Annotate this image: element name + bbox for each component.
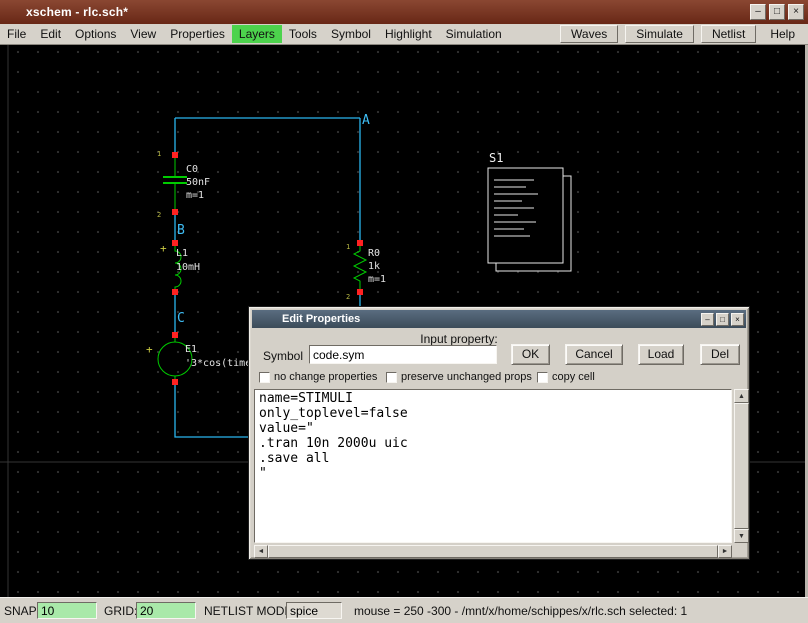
no-change-properties-label: no change properties <box>274 371 377 383</box>
menu-properties[interactable]: Properties <box>163 25 232 43</box>
no-change-properties-option: no change properties <box>259 371 377 383</box>
cancel-button[interactable]: Cancel <box>565 344 623 365</box>
preserve-unchanged-props-label: preserve unchanged props <box>401 371 532 383</box>
capacitor-name: C0 <box>186 164 198 175</box>
menu-file[interactable]: File <box>0 25 33 43</box>
window-controls: – □ × <box>750 4 804 20</box>
horizontal-scroll-thumb[interactable] <box>268 545 718 558</box>
capacitor-mult: m=1 <box>186 190 204 201</box>
menubar-right-group: Waves Simulate Netlist Help <box>560 25 802 43</box>
capacitor-value: 50nF <box>186 177 210 188</box>
menu-layers[interactable]: Layers <box>232 25 282 43</box>
no-change-properties-checkbox[interactable] <box>259 372 270 383</box>
menu-tools[interactable]: Tools <box>282 25 324 43</box>
del-button[interactable]: Del <box>700 344 740 365</box>
netlist-mode-label: NETLIST MODE: <box>204 604 296 618</box>
horizontal-scrollbar[interactable]: ◄ ► <box>254 545 732 558</box>
minimize-icon[interactable]: – <box>750 4 766 20</box>
dialog-controls: – □ × <box>701 313 744 326</box>
waves-button[interactable]: Waves <box>560 25 618 43</box>
grid-label: GRID: <box>104 604 137 618</box>
preserve-unchanged-props-checkbox[interactable] <box>386 372 397 383</box>
node-label-c[interactable]: C <box>177 311 185 326</box>
scroll-down-icon[interactable]: ▼ <box>734 529 749 543</box>
maximize-icon[interactable]: □ <box>769 4 785 20</box>
source-name: E1 <box>185 344 197 355</box>
dialog-maximize-icon[interactable]: □ <box>716 313 729 326</box>
window-title: xschem - rlc.sch* <box>26 5 128 19</box>
resistor-value: 1k <box>368 261 380 272</box>
dialog-minimize-icon[interactable]: – <box>701 313 714 326</box>
capacitor-c0[interactable]: 1 2 C0 50nF m=1 <box>157 150 210 219</box>
code-block-name: S1 <box>489 151 503 165</box>
menu-help[interactable]: Help <box>763 25 802 43</box>
edit-properties-dialog: Edit Properties – □ × Input property: Sy… <box>248 306 750 560</box>
simulate-button[interactable]: Simulate <box>625 25 694 43</box>
code-block-s1[interactable]: S1 <box>488 151 571 271</box>
menu-view[interactable]: View <box>123 25 163 43</box>
ok-button[interactable]: OK <box>511 344 550 365</box>
netlist-button[interactable]: Netlist <box>701 25 756 43</box>
source-polarity: + <box>146 343 153 356</box>
load-button[interactable]: Load <box>638 344 684 365</box>
menu-highlight[interactable]: Highlight <box>378 25 439 43</box>
copy-cell-checkbox[interactable] <box>537 372 548 383</box>
inductor-l1[interactable]: + L1 10mH <box>160 242 200 292</box>
resistor-name: R0 <box>368 248 380 259</box>
node-c-text: C <box>177 311 185 326</box>
resistor-pin2-number: 2 <box>346 293 350 301</box>
scroll-up-icon[interactable]: ▲ <box>734 389 749 403</box>
node-label-b[interactable]: B <box>177 223 185 238</box>
preserve-unchanged-props-option: preserve unchanged props <box>386 371 532 383</box>
dialog-title: Edit Properties <box>282 313 360 325</box>
menu-simulation[interactable]: Simulation <box>439 25 509 43</box>
node-b-text: B <box>177 223 185 238</box>
code-block-symbol <box>488 168 571 271</box>
xschem-window: xschem - rlc.sch* – □ × File Edit Option… <box>0 0 808 623</box>
property-textarea[interactable]: name=STIMULI only_toplevel=false value="… <box>254 389 732 543</box>
inductor-polarity: + <box>160 242 167 255</box>
symbol-input[interactable] <box>309 345 497 364</box>
copy-cell-option: copy cell <box>537 371 595 383</box>
menu-edit[interactable]: Edit <box>33 25 68 43</box>
inductor-value: 10mH <box>176 262 200 273</box>
statusbar: SNAP: GRID: NETLIST MODE: mouse = 250 -3… <box>0 597 808 623</box>
symbol-label: Symbol <box>263 349 303 363</box>
inductor-name: L1 <box>176 248 188 259</box>
resistor-mult: m=1 <box>368 274 386 285</box>
copy-cell-label: copy cell <box>552 371 595 383</box>
titlebar[interactable]: xschem - rlc.sch* – □ × <box>0 0 808 24</box>
resistor-r0[interactable]: 1 2 R0 1k m=1 <box>346 243 386 301</box>
node-a-text: A <box>362 113 370 128</box>
snap-label: SNAP: <box>4 604 40 618</box>
scroll-left-icon[interactable]: ◄ <box>254 545 268 558</box>
menu-options[interactable]: Options <box>68 25 123 43</box>
netlist-mode-input[interactable] <box>286 602 342 619</box>
capacitor-symbol <box>163 155 187 212</box>
vertical-scrollbar[interactable]: ▲ ▼ <box>734 389 749 543</box>
close-icon[interactable]: × <box>788 4 804 20</box>
menu-symbol[interactable]: Symbol <box>324 25 378 43</box>
menubar: File Edit Options View Properties Layers… <box>0 24 808 45</box>
statusbar-info: mouse = 250 -300 - /mnt/x/home/schippes/… <box>354 604 687 618</box>
grid-input[interactable] <box>136 602 196 619</box>
vertical-scroll-thumb[interactable] <box>734 403 749 529</box>
capacitor-pin2-number: 2 <box>157 211 161 219</box>
snap-input[interactable] <box>37 602 97 619</box>
capacitor-pin1-number: 1 <box>157 150 161 158</box>
resistor-pin1-number: 1 <box>346 243 350 251</box>
dialog-titlebar[interactable]: Edit Properties – □ × <box>252 310 746 328</box>
scroll-right-icon[interactable]: ► <box>718 545 732 558</box>
dialog-close-icon[interactable]: × <box>731 313 744 326</box>
node-label-a[interactable]: A <box>362 113 370 128</box>
resistor-symbol <box>354 243 366 292</box>
